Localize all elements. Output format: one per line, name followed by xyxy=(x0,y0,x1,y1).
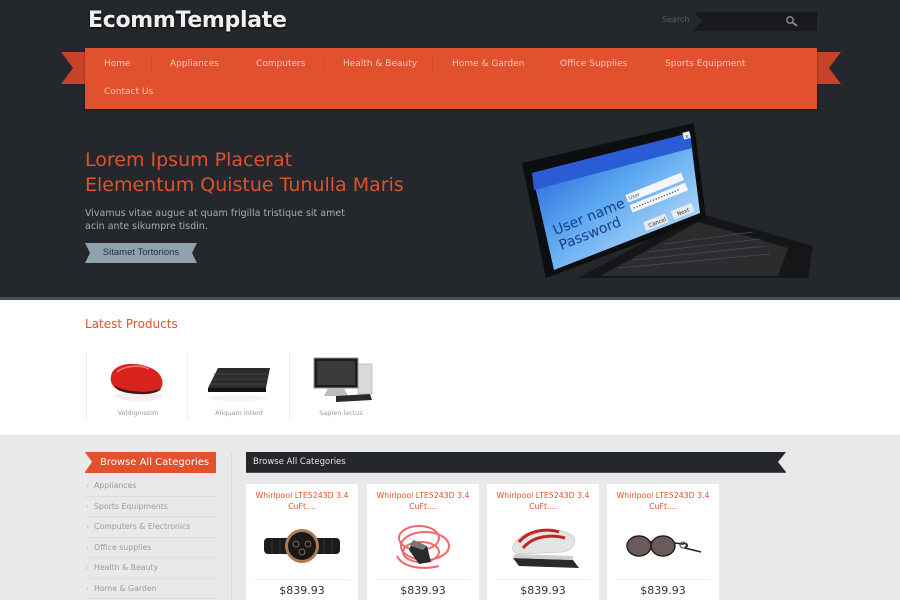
product-price: $839.93 xyxy=(400,584,446,597)
product-card[interactable]: Whirlpool LTE5243D 3.4 CuFt.... $839.93 xyxy=(367,484,479,600)
nav-item-home[interactable]: Home xyxy=(104,59,131,69)
stapler-image xyxy=(512,528,579,568)
search-input[interactable] xyxy=(706,14,786,29)
desktop-computer-image xyxy=(313,357,373,402)
product-card[interactable]: Whirlpool LTE5243D 3.4 CuFt.... $839.93 xyxy=(607,484,719,600)
sidebar-heading: Browse All Categories xyxy=(85,452,216,473)
nav-separator xyxy=(323,58,324,70)
mouse-image xyxy=(110,363,163,401)
latest-product-label: Aliquam interd xyxy=(215,409,263,417)
main-nav: Home Appliances Computers Health & Beaut… xyxy=(85,48,817,109)
product-separator xyxy=(254,579,350,580)
nav-item-health-beauty[interactable]: Health & Beauty xyxy=(343,59,417,69)
nav-separator xyxy=(645,58,646,70)
headphones-image xyxy=(396,525,450,569)
sidebar-divider xyxy=(231,452,232,600)
nav-separator xyxy=(151,58,152,70)
product-separator xyxy=(375,579,471,580)
sunglasses-image xyxy=(626,535,702,557)
nav-separator xyxy=(432,58,433,70)
nav-item-contact-us[interactable]: Contact Us xyxy=(104,87,153,97)
nav-item-sports-equipment[interactable]: Sports Equipment xyxy=(665,59,746,69)
product-name[interactable]: Whirlpool LTE5243D 3.4 CuFt.... xyxy=(252,490,352,512)
nav-separator xyxy=(541,58,542,70)
sidebar-category-list: Appliances Sports Equipments Computers &… xyxy=(85,476,216,599)
product-card[interactable]: Whirlpool LTE5243D 3.4 CuFt.... $839.93 xyxy=(487,484,599,600)
hero-title-line2: Elementum Quistue Tunulla Maris xyxy=(85,174,404,196)
watch-image xyxy=(264,529,340,563)
nav-item-computers[interactable]: Computers xyxy=(256,59,305,69)
latest-products-title: Latest Products xyxy=(85,317,178,331)
latest-product-item[interactable]: Veldignissim xyxy=(86,352,188,420)
ribbon-tail-left xyxy=(61,52,87,84)
sidebar-item-sports-equipments[interactable]: Sports Equipments xyxy=(85,497,216,517)
catalog-heading: Browse All Categories xyxy=(246,452,786,473)
latest-product-item[interactable]: Aliquam interd xyxy=(188,352,290,420)
product-name[interactable]: Whirlpool LTE5243D 3.4 CuFt.... xyxy=(373,490,473,512)
product-name[interactable]: Whirlpool LTE5243D 3.4 CuFt.... xyxy=(613,490,713,512)
nav-separator xyxy=(237,58,238,70)
sidebar-item-office-supplies[interactable]: Office supplies xyxy=(85,538,216,558)
product-card[interactable]: Whirlpool LTE5243D 3.4 CuFt.... $839.93 xyxy=(246,484,358,600)
nav-item-home-garden[interactable]: Home & Garden xyxy=(452,59,524,69)
product-price: $839.93 xyxy=(520,584,566,597)
sidebar-item-health-beauty[interactable]: Health & Beauty xyxy=(85,558,216,579)
nav-item-office-supplies[interactable]: Office Supplies xyxy=(560,59,627,69)
latest-product-label: Veldignissim xyxy=(117,409,159,417)
latest-product-label: Sapien lectus xyxy=(319,409,363,417)
product-separator xyxy=(615,579,711,580)
hero-title-line1: Lorem Ipsum Placerat xyxy=(85,149,293,171)
product-price: $839.93 xyxy=(279,584,325,597)
product-price: $839.93 xyxy=(640,584,686,597)
search-label: Search xyxy=(662,15,690,24)
keyboard-image xyxy=(208,368,270,401)
hero-description: Vivamus vitae augue at quam frigilla tri… xyxy=(85,208,345,232)
latest-product-item[interactable]: Sapien lectus xyxy=(290,352,392,420)
search-icon[interactable] xyxy=(785,15,799,29)
hero-cta-button[interactable]: Sitamet Tortorions xyxy=(85,243,197,263)
laptop-login-image: x User name Password User ••••••••••••••… xyxy=(522,123,813,278)
ribbon-tail-right xyxy=(815,52,841,84)
product-separator xyxy=(495,579,591,580)
hero-title: Lorem Ipsum Placerat Elementum Quistue T… xyxy=(85,148,404,198)
hero-cta-label: Sitamet Tortorions xyxy=(102,247,180,258)
nav-item-appliances[interactable]: Appliances xyxy=(170,59,219,69)
sidebar-item-computers-electronics[interactable]: Computers & Electronics xyxy=(85,517,216,538)
sidebar-item-home-garden[interactable]: Home & Garden xyxy=(85,579,216,599)
site-logo[interactable]: EcommTemplate xyxy=(88,8,287,33)
sidebar-item-appliances[interactable]: Appliances xyxy=(85,476,216,497)
product-name[interactable]: Whirlpool LTE5243D 3.4 CuFt.... xyxy=(493,490,593,512)
